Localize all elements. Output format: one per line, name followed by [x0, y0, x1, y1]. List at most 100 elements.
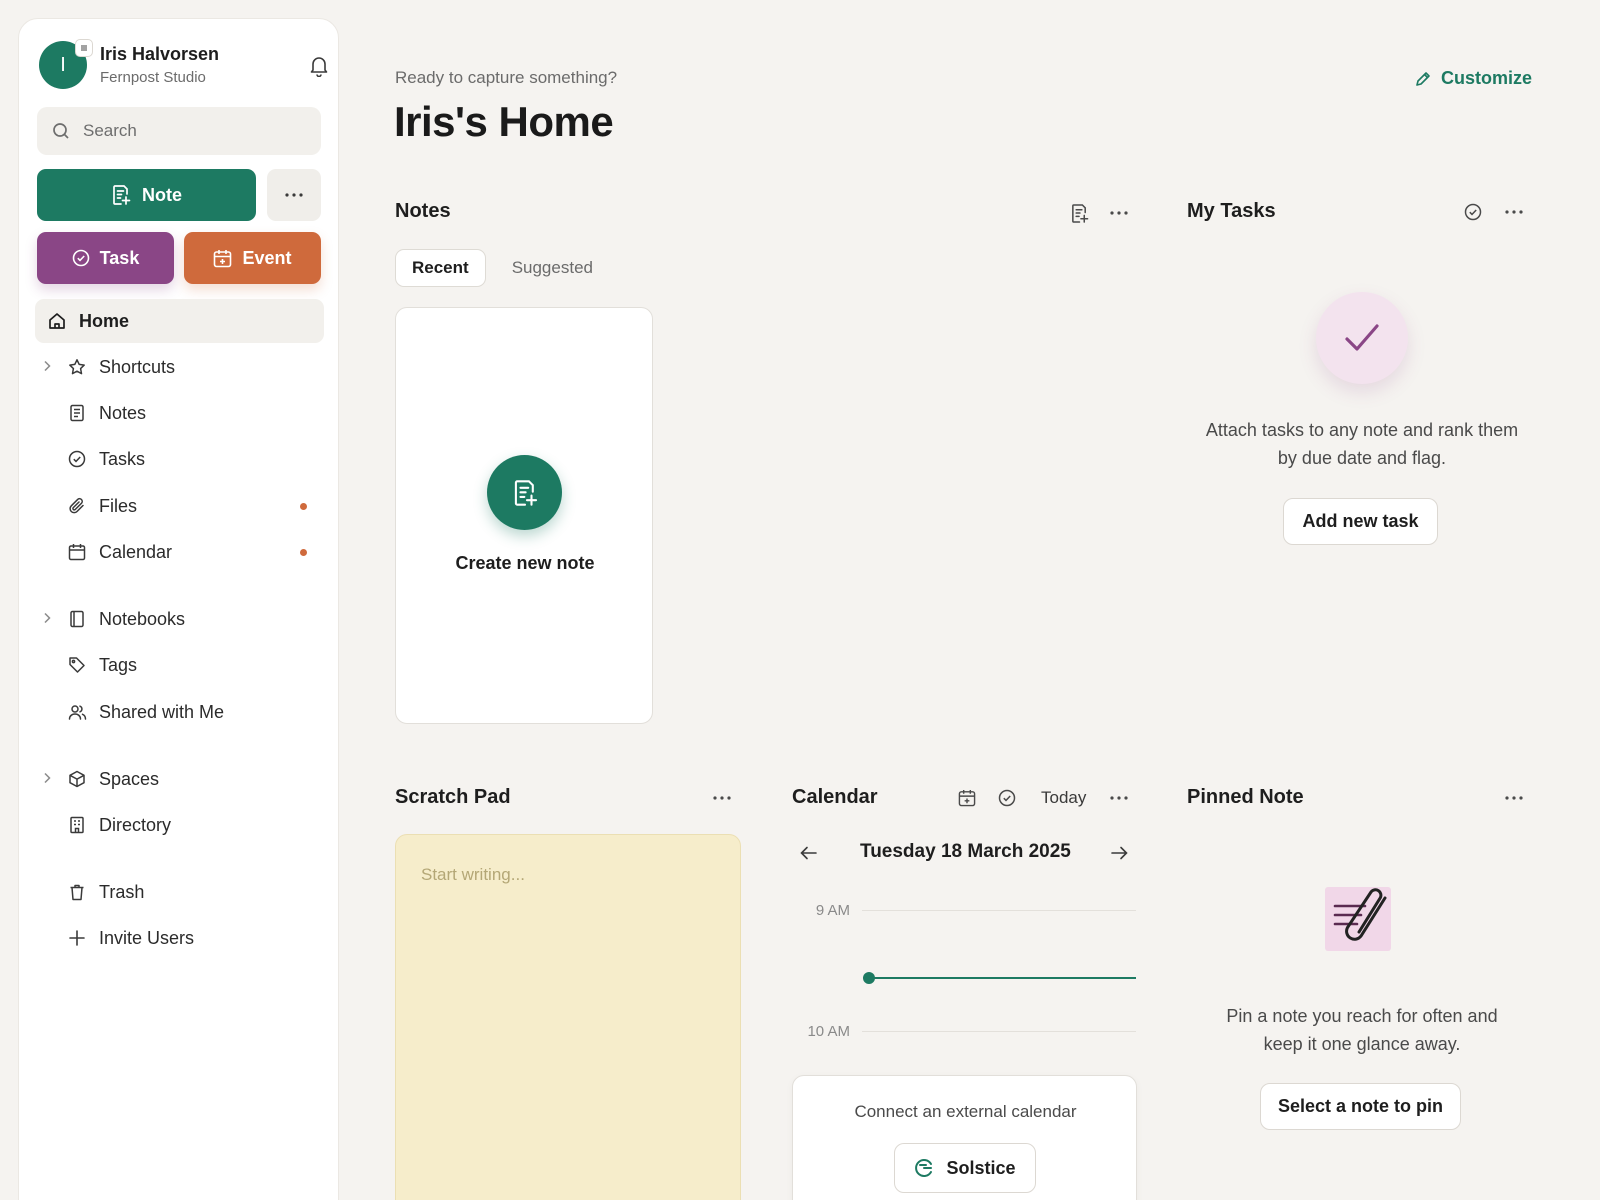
- new-event-label: Event: [242, 247, 292, 268]
- tab-suggested[interactable]: Suggested: [496, 249, 609, 287]
- search-icon: [52, 122, 70, 140]
- calendar-tasks-toggle-button[interactable]: [993, 784, 1021, 812]
- customize-label: Customize: [1441, 68, 1533, 88]
- solstice-logo-icon: [914, 1158, 934, 1178]
- calendar-hour-line: [862, 910, 1136, 911]
- user-profile[interactable]: I Iris Halvorsen Fernpost Studio: [39, 39, 328, 91]
- new-note-label: Note: [142, 184, 182, 205]
- connect-calendar-text: Connect an external calendar: [854, 1102, 1077, 1121]
- sidebar-item-label: Files: [99, 496, 138, 516]
- sidebar-item-label: Tasks: [99, 449, 146, 469]
- check-circle-icon: [1464, 203, 1482, 221]
- paperclip-icon: [68, 497, 86, 515]
- chevron-right-icon[interactable]: [43, 772, 51, 784]
- calendar-prev-button[interactable]: [795, 839, 823, 867]
- check-circle-icon: [998, 789, 1016, 807]
- sidebar-item-shared[interactable]: Shared with Me: [35, 690, 324, 734]
- sidebar-item-label: Notes: [99, 403, 147, 423]
- avatar-initial: I: [60, 53, 66, 76]
- users-icon: [68, 703, 87, 721]
- customize-button[interactable]: Customize: [1415, 68, 1532, 89]
- calendar-today-button[interactable]: Today: [1041, 788, 1086, 808]
- sidebar-item-trash[interactable]: Trash: [35, 870, 324, 914]
- more-dots-icon: [1505, 210, 1523, 214]
- user-org: Fernpost Studio: [100, 69, 206, 86]
- new-task-button[interactable]: Task: [37, 232, 174, 284]
- scratch-more-button[interactable]: [708, 784, 736, 812]
- note-add-icon: [1070, 203, 1089, 224]
- sidebar: I Iris Halvorsen Fernpost Studio Note: [18, 18, 339, 1200]
- pinned-widget-title: Pinned Note: [1187, 786, 1304, 808]
- calendar-hour-label: 10 AM: [807, 1023, 850, 1040]
- star-icon: [68, 358, 86, 376]
- notes-tabs: Recent Suggested: [395, 249, 609, 287]
- sidebar-item-label: Shared with Me: [99, 702, 225, 722]
- trash-icon: [68, 883, 86, 901]
- scratch-pad[interactable]: [395, 834, 741, 1200]
- arrow-right-icon: [1110, 846, 1128, 860]
- sidebar-item-tasks[interactable]: Tasks: [35, 437, 324, 481]
- more-dots-icon: [285, 193, 303, 197]
- pinned-more-button[interactable]: [1500, 784, 1528, 812]
- sidebar-item-calendar[interactable]: Calendar: [35, 530, 324, 574]
- user-name: Iris Halvorsen: [100, 44, 220, 64]
- search-box[interactable]: [37, 107, 321, 155]
- sidebar-item-spaces[interactable]: Spaces: [35, 757, 324, 801]
- calendar-next-button[interactable]: [1105, 839, 1133, 867]
- more-create-button[interactable]: [267, 169, 321, 221]
- sidebar-item-notebooks[interactable]: Notebooks: [35, 597, 324, 641]
- sidebar-item-home[interactable]: Home: [35, 299, 324, 343]
- search-input[interactable]: [83, 121, 303, 141]
- check-circle-icon: [72, 249, 90, 267]
- notes-new-note-button[interactable]: [1065, 199, 1093, 227]
- sidebar-item-files[interactable]: Files: [35, 484, 324, 528]
- create-note-button[interactable]: [487, 455, 562, 530]
- add-new-task-button[interactable]: Add new task: [1283, 498, 1438, 545]
- tasks-check-illustration-icon: [1316, 292, 1408, 384]
- chevron-right-icon[interactable]: [43, 612, 51, 624]
- tasks-more-button[interactable]: [1500, 198, 1528, 226]
- more-dots-icon: [1505, 796, 1523, 800]
- notes-widget-title: Notes: [395, 200, 451, 222]
- sidebar-item-invite[interactable]: Invite Users: [35, 916, 324, 960]
- sidebar-item-label: Notebooks: [99, 609, 186, 629]
- sidebar-item-label: Directory: [99, 815, 172, 835]
- chevron-right-icon[interactable]: [43, 360, 51, 372]
- unread-dot: [300, 503, 307, 510]
- pinned-empty-line: Pin a note you reach for often and: [1226, 1006, 1498, 1026]
- tasks-empty-text: Attach tasks to any note and rank them b…: [1187, 416, 1537, 472]
- pinned-paperclip-illustration-icon: [1323, 884, 1401, 954]
- scratch-input[interactable]: [421, 865, 721, 1165]
- sidebar-item-shortcuts[interactable]: Shortcuts: [35, 345, 324, 389]
- tasks-empty-line: by due date and flag.: [1277, 448, 1447, 468]
- more-dots-icon: [1110, 211, 1128, 215]
- bell-icon[interactable]: [309, 55, 329, 77]
- calendar-more-button[interactable]: [1105, 784, 1133, 812]
- notes-more-button[interactable]: [1105, 199, 1133, 227]
- create-note-card[interactable]: Create new note: [395, 307, 653, 724]
- new-event-button[interactable]: Event: [184, 232, 321, 284]
- calendar-add-event-button[interactable]: [953, 784, 981, 812]
- tasks-widget-title: My Tasks: [1187, 200, 1276, 222]
- calendar-icon: [68, 543, 86, 561]
- sidebar-item-tags[interactable]: Tags: [35, 643, 324, 687]
- connect-solstice-button[interactable]: Solstice: [894, 1143, 1036, 1193]
- pinned-empty-line: keep it one glance away.: [1263, 1034, 1461, 1054]
- new-note-button[interactable]: Note: [37, 169, 256, 221]
- notebook-icon: [68, 610, 86, 628]
- unread-dot: [300, 549, 307, 556]
- more-dots-icon: [1110, 796, 1128, 800]
- pencil-icon: [1415, 71, 1431, 87]
- tag-icon: [68, 656, 86, 674]
- new-task-label: Task: [99, 247, 140, 268]
- building-icon: [68, 816, 86, 834]
- current-time-line: [870, 977, 1136, 979]
- tab-recent[interactable]: Recent: [395, 249, 486, 287]
- solstice-label: Solstice: [946, 1157, 1016, 1178]
- tasks-filter-button[interactable]: [1459, 198, 1487, 226]
- note-add-icon: [111, 184, 131, 206]
- select-note-to-pin-button[interactable]: Select a note to pin: [1260, 1083, 1461, 1130]
- sidebar-item-label: Shortcuts: [99, 357, 176, 377]
- sidebar-item-directory[interactable]: Directory: [35, 803, 324, 847]
- sidebar-item-notes[interactable]: Notes: [35, 391, 324, 435]
